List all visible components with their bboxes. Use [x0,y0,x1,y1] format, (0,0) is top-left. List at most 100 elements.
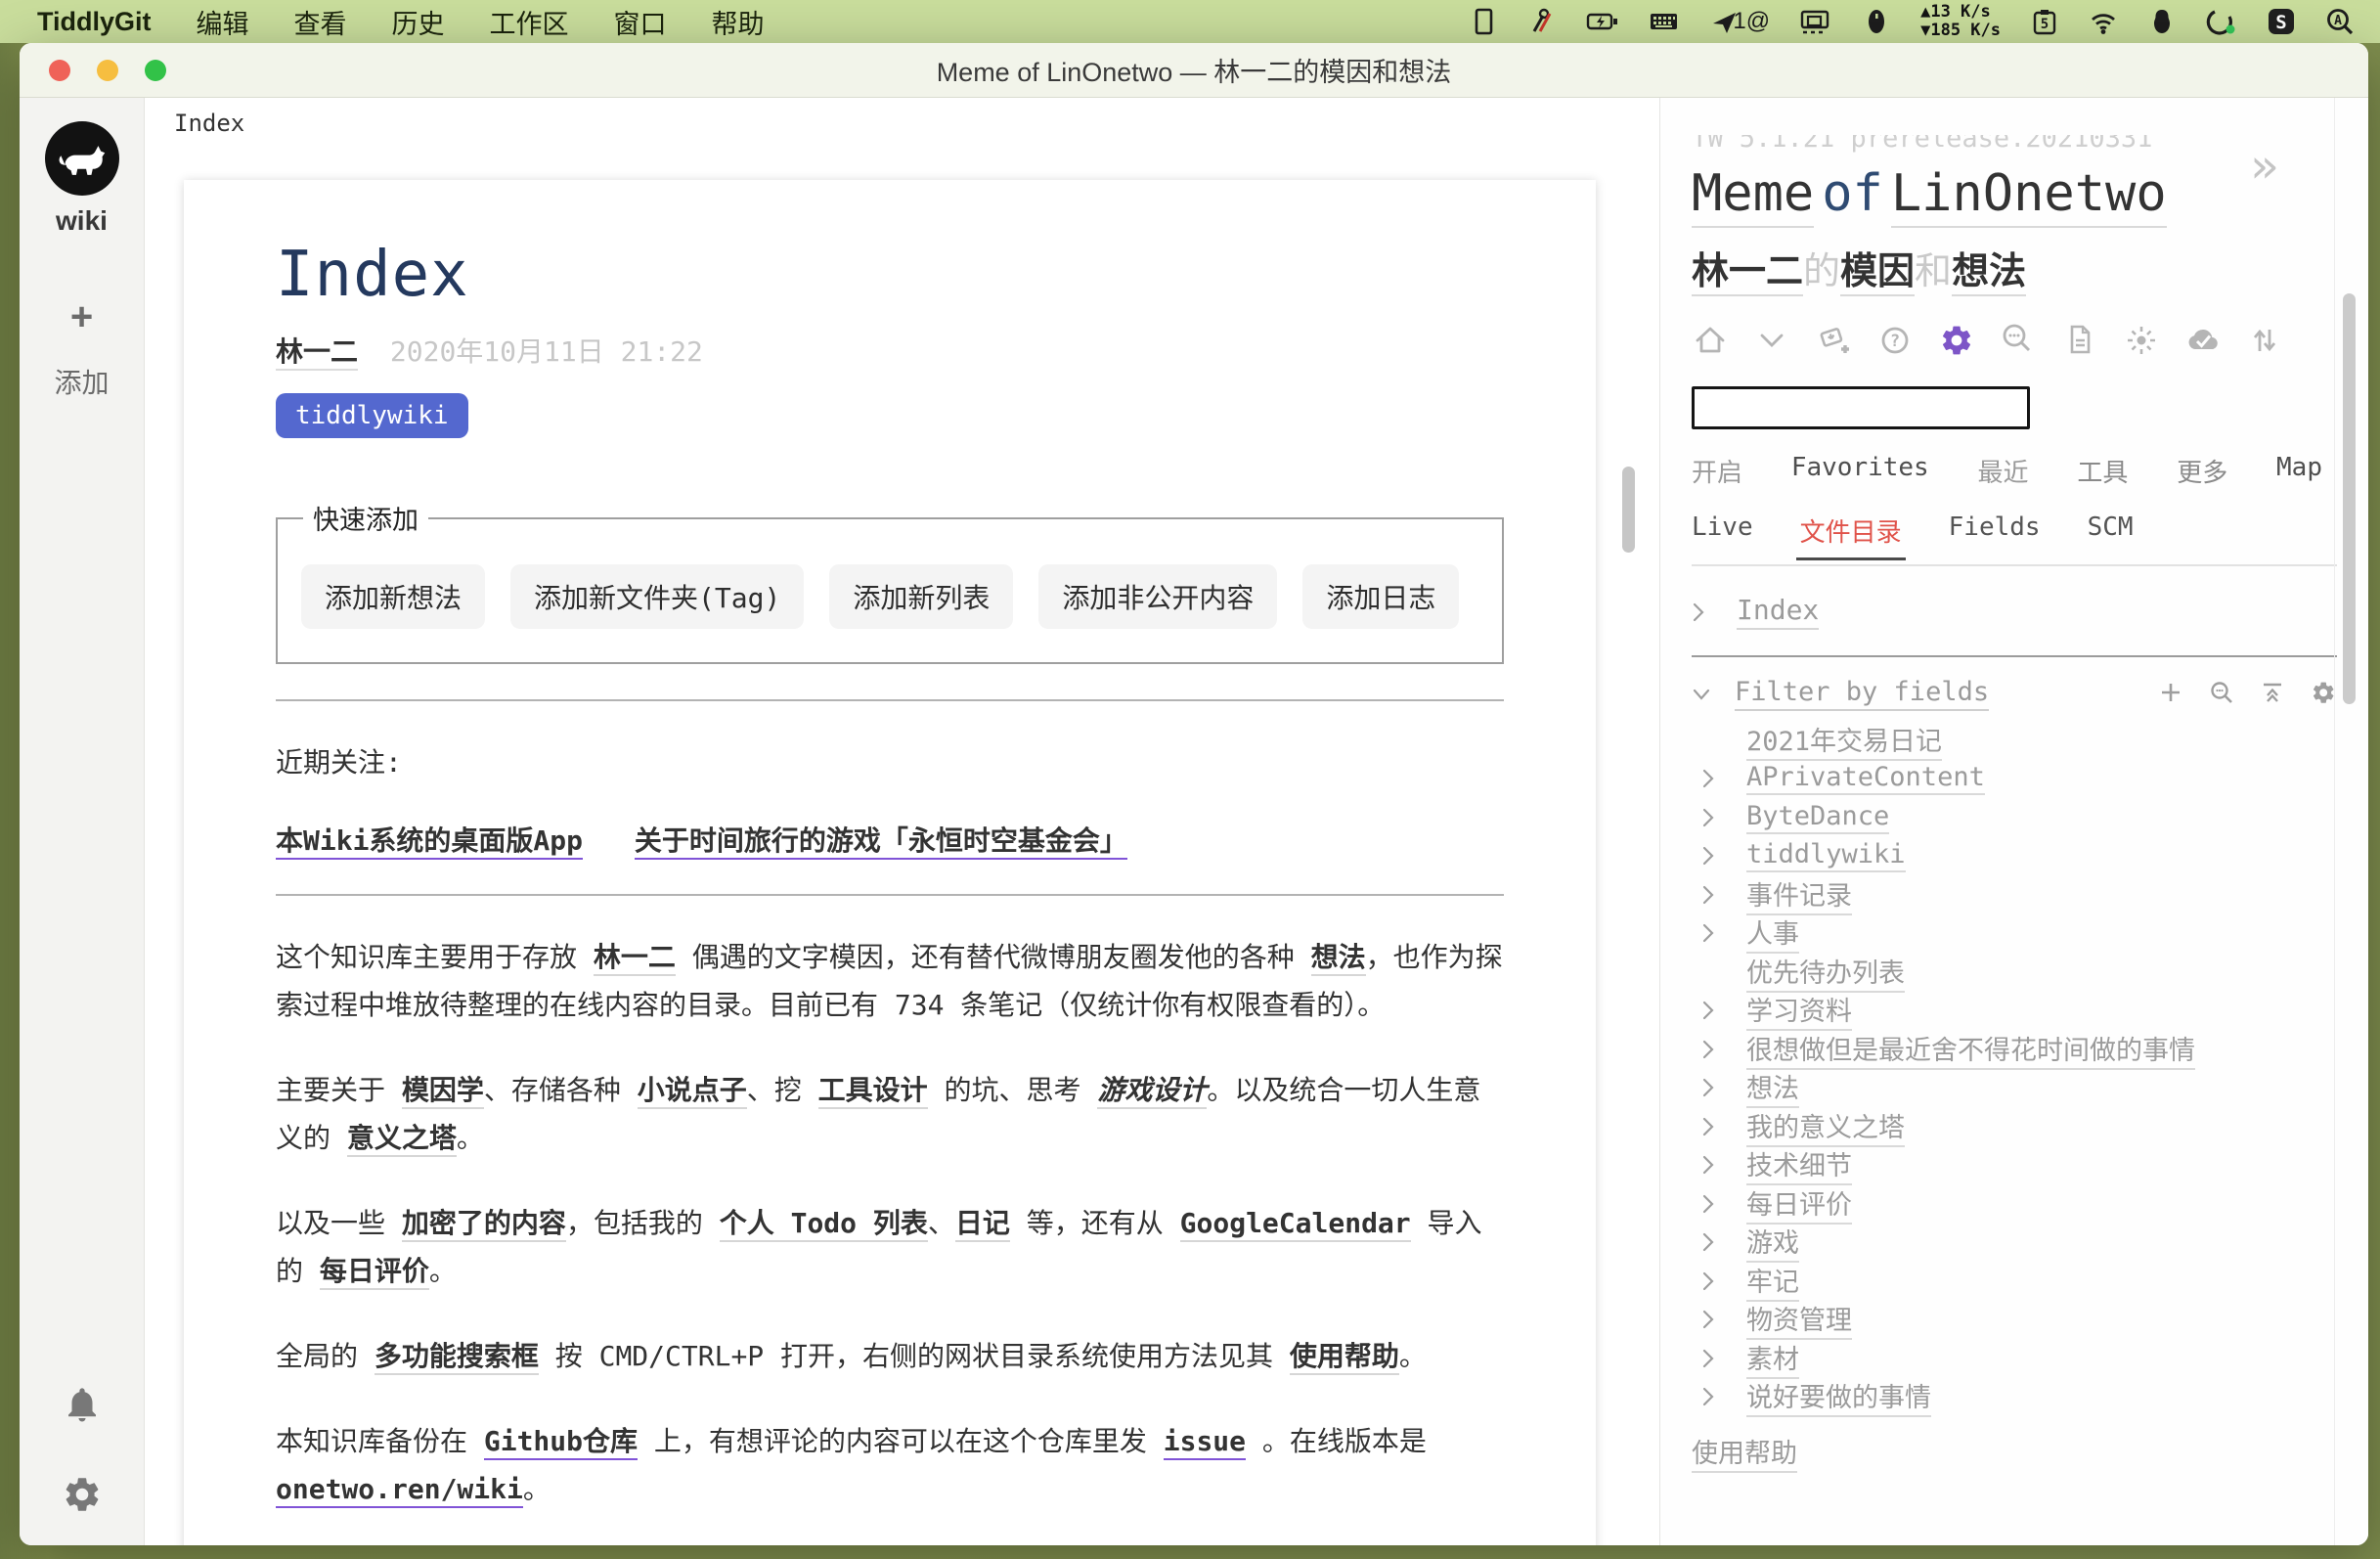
menu-app-name[interactable]: TiddlyGit [37,7,152,37]
tree-item-label[interactable]: tiddlywiki [1746,839,1906,872]
subtitle-link-meme[interactable]: 模因 [1840,249,1915,296]
cloud-saved-icon[interactable] [2184,322,2222,359]
link-todo-list[interactable]: 个人 Todo 列表 [720,1207,928,1242]
help-icon[interactable]: ? [1876,322,1914,359]
tree-item[interactable]: tiddlywiki [1692,837,2368,876]
tree-item-label[interactable]: 游戏 [1746,1222,1799,1263]
tab-open[interactable]: 开启 [1692,453,1742,489]
filter-by-fields-row[interactable]: Filter by fields [1692,677,2337,711]
filter-search-icon[interactable] [2208,679,2235,710]
link-novel-ideas[interactable]: 小说点子 [638,1074,747,1109]
tree-item-label[interactable]: 2021年交易日记 [1746,720,1942,761]
add-filter-icon[interactable] [2157,679,2184,710]
minimize-button[interactable] [97,60,118,81]
tab-favorites[interactable]: Favorites [1791,453,1929,489]
chevron-down-icon[interactable] [1692,687,1711,702]
preferences-gear-icon[interactable] [62,1474,103,1520]
chevron-right-icon[interactable] [1701,1039,1715,1060]
open-tab-index[interactable]: Index [174,110,244,137]
link-desktop-app[interactable]: 本Wiki系统的桌面版App [276,824,583,860]
tab-map[interactable]: Map [2276,453,2322,489]
home-icon[interactable] [1692,322,1729,359]
tree-root-label[interactable]: Index [1737,594,1819,630]
advanced-search-icon[interactable] [2000,322,2037,359]
add-list-button[interactable]: 添加新列表 [829,564,1013,629]
tree-item-label[interactable]: 物资管理 [1746,1299,1852,1340]
tree-item[interactable]: 我的意义之塔 [1692,1107,2368,1146]
link-issue[interactable]: issue [1164,1425,1246,1460]
chevron-right-icon[interactable] [1701,845,1715,867]
link-diary[interactable]: 日记 [955,1207,1010,1242]
site-title-link-meme[interactable]: Meme [1692,164,1814,228]
tree-item[interactable]: 游戏 [1692,1224,2368,1263]
tree-item[interactable]: 优先待办列表 [1692,953,2368,992]
tab-live[interactable]: Live [1692,512,1753,549]
chevron-right-icon[interactable] [1701,1348,1715,1369]
add-workspace-label[interactable]: 添加 [54,362,109,401]
tree-item[interactable]: 2021年交易日记 [1692,721,2368,760]
clipboard-history-icon[interactable]: 5 [2030,7,2059,36]
window-title-bar[interactable]: Meme of LinOnetwo — 林一二的模因和想法 [20,43,2368,98]
tab-file-directory[interactable]: 文件目录 [1800,512,1902,549]
usage-help-row[interactable]: 使用帮助 [1692,1432,2368,1470]
raw-document-icon[interactable] [2061,322,2098,359]
chevron-right-icon[interactable] [1701,1077,1715,1098]
network-speed-indicator[interactable]: ▲13 K/s ▼185 K/s [1920,3,2001,40]
filter-label[interactable]: Filter by fields [1735,677,1989,711]
chevron-right-icon[interactable] [1692,601,1705,623]
link-ideas[interactable]: 想法 [1311,941,1366,976]
tree-item-label[interactable]: 说好要做的事情 [1746,1376,1931,1417]
chevron-right-icon[interactable] [1701,1116,1715,1137]
tab-more[interactable]: 更多 [2177,453,2227,489]
tree-item-label[interactable]: 素材 [1746,1338,1799,1379]
sidebar-scrollbar-thumb[interactable] [2343,293,2356,704]
penguin-icon[interactable] [2147,7,2177,36]
search-a-icon[interactable]: A [2325,7,2357,36]
link-tower-of-meaning[interactable]: 意义之塔 [347,1122,457,1157]
tree-item[interactable]: APrivateContent [1692,760,2368,799]
link-tool-design[interactable]: 工具设计 [818,1074,928,1109]
tree-item-label[interactable]: 优先待办列表 [1746,952,1905,993]
filter-settings-gear-icon[interactable] [2310,679,2337,710]
link-linonetwo[interactable]: 林一二 [594,941,676,976]
chevron-right-icon[interactable] [1701,1309,1715,1330]
tree-item[interactable]: 物资管理 [1692,1301,2368,1340]
tag-pill-tiddlywiki[interactable]: tiddlywiki [276,393,468,438]
link-googlecalendar[interactable]: GoogleCalendar [1180,1207,1411,1242]
tab-scm[interactable]: SCM [2088,512,2134,549]
chevron-right-icon[interactable] [1701,1000,1715,1021]
chevron-right-icon[interactable] [1701,1386,1715,1407]
chevron-right-icon[interactable] [1701,1154,1715,1176]
display-mirror-icon[interactable] [1799,7,1832,36]
settings-gear-icon[interactable] [1938,322,1975,359]
tree-item-label[interactable]: 牢记 [1746,1261,1799,1302]
moon-status-icon[interactable] [2206,7,2237,36]
s-app-icon[interactable]: S [2267,7,2296,36]
tree-item-label[interactable]: 技术细节 [1746,1144,1852,1185]
chevron-right-icon[interactable] [1701,768,1715,789]
menu-item-edit[interactable]: 编辑 [197,3,249,41]
tree-item-label[interactable]: 事件记录 [1746,874,1852,915]
chevron-right-icon[interactable] [1701,807,1715,828]
add-private-button[interactable]: 添加非公开内容 [1038,564,1277,629]
tab-tools[interactable]: 工具 [2077,453,2128,489]
mouse-icon[interactable] [1862,7,1891,36]
wifi-icon[interactable] [2089,7,2118,36]
tree-item-label[interactable]: 每日评价 [1746,1183,1852,1225]
tree-item[interactable]: 学习资料 [1692,992,2368,1031]
git-sync-icon[interactable] [2246,322,2283,359]
tree-item[interactable]: 人事 [1692,914,2368,954]
tree-item[interactable]: 说好要做的事情 [1692,1378,2368,1417]
chevron-right-icon[interactable] [1701,1193,1715,1215]
tree-item-label[interactable]: 想法 [1746,1067,1799,1108]
chevron-right-icon[interactable] [1701,922,1715,944]
tree-item[interactable]: 事件记录 [1692,875,2368,914]
close-button[interactable] [49,60,70,81]
chevron-down-icon[interactable] [1753,322,1790,359]
menu-item-help[interactable]: 帮助 [712,3,765,41]
usage-help-link[interactable]: 使用帮助 [1692,1439,1797,1473]
tree-item[interactable]: 每日评价 [1692,1184,2368,1224]
menu-item-view[interactable]: 查看 [294,3,347,41]
workspace-avatar[interactable] [45,121,119,196]
sidebar-search-input[interactable] [1692,386,2030,429]
